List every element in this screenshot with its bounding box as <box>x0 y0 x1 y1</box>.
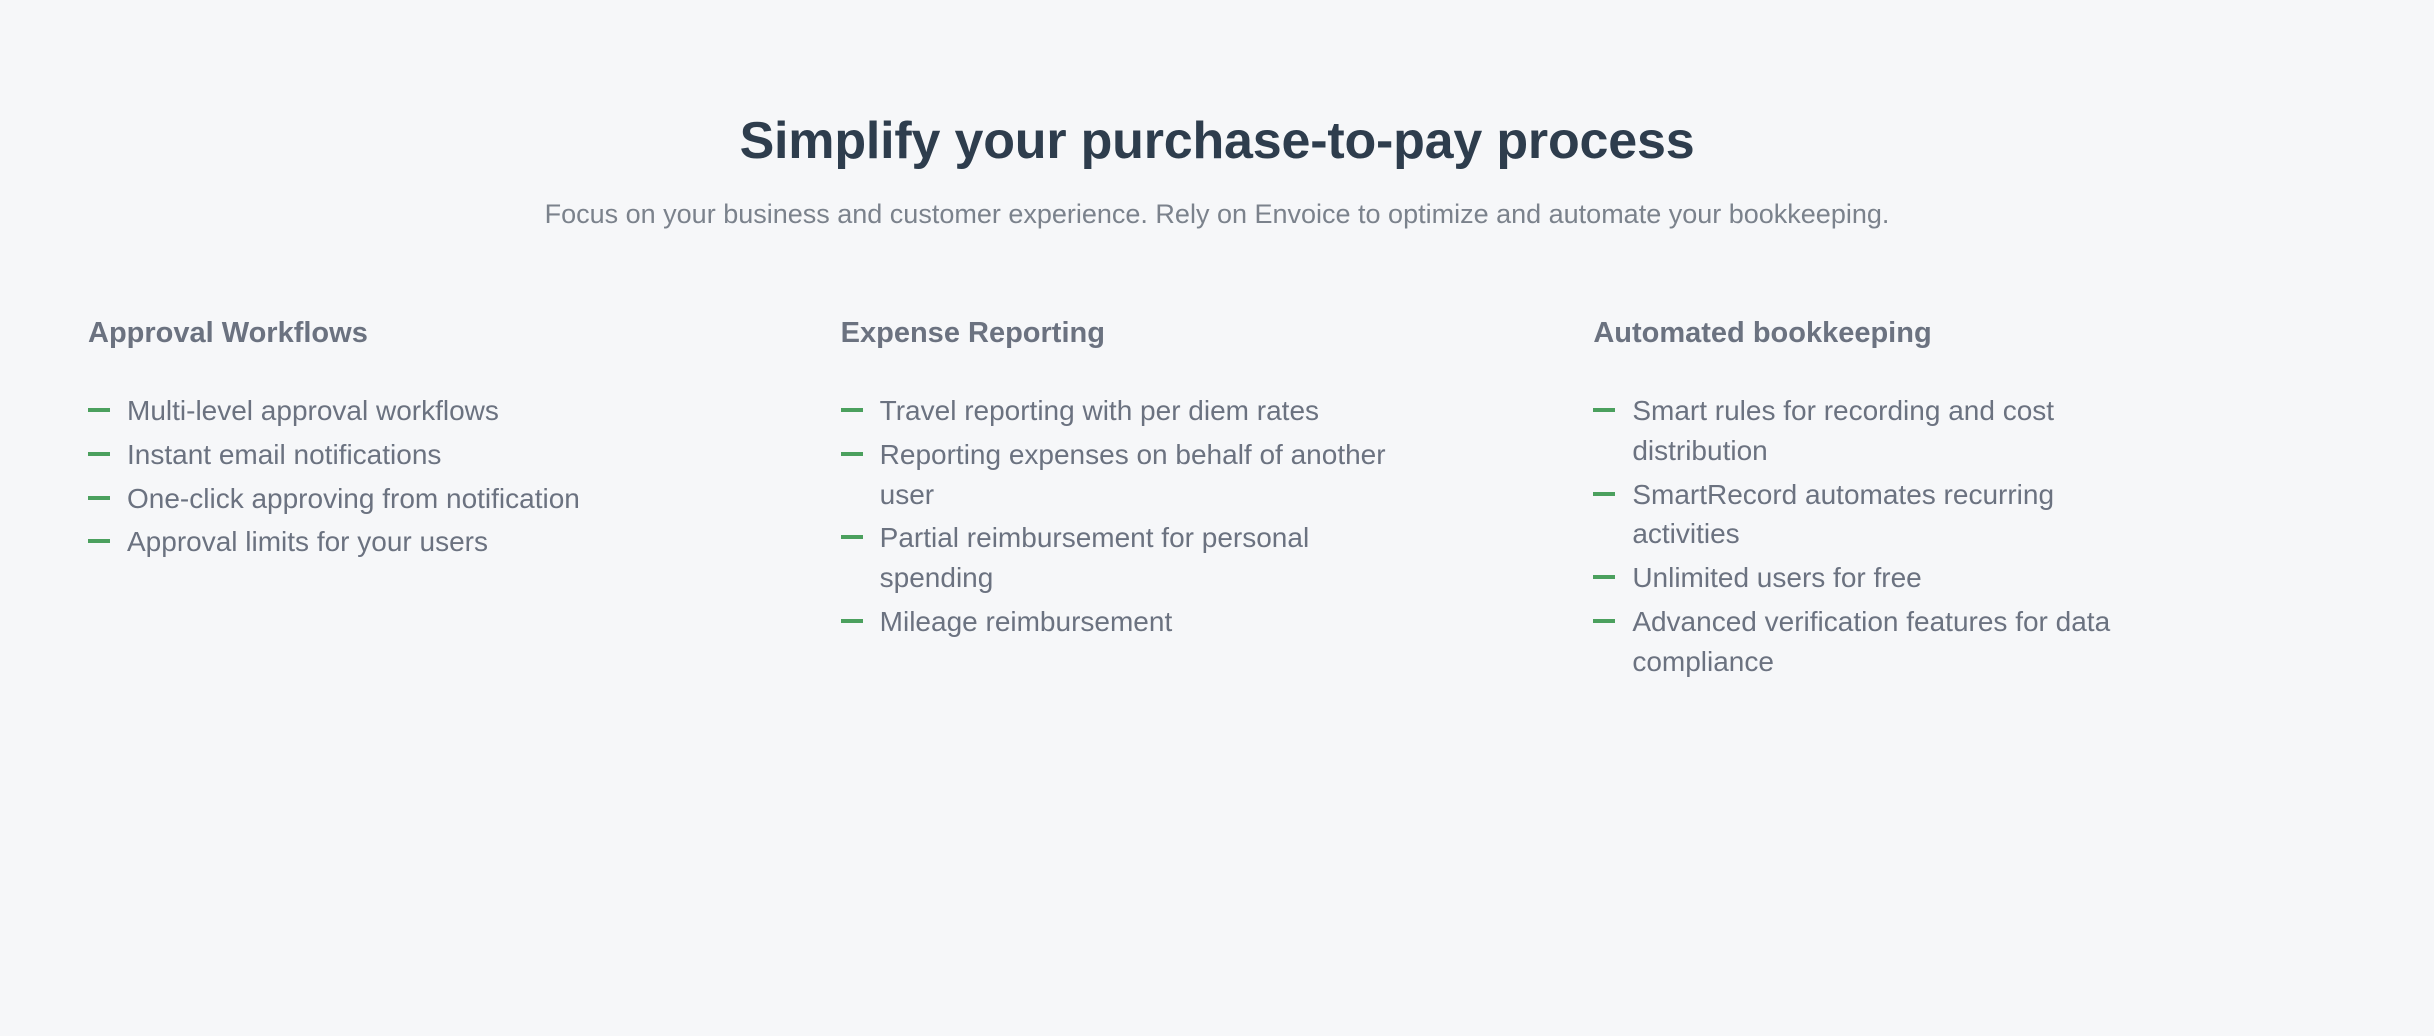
list-item: Reporting expenses on behalf of another … <box>840 435 1414 515</box>
page-subtitle: Focus on your business and customer expe… <box>544 199 1890 230</box>
list-item: Smart rules for recording and cost distr… <box>1593 391 2166 471</box>
list-item-label: Approval limits for your users <box>127 526 489 558</box>
feature-column-approval-workflows: Approval Workflows Multi-level approval … <box>88 316 841 566</box>
feature-list: Multi-level approval workflows Instant e… <box>88 391 661 562</box>
feature-column-automated-bookkeeping: Automated bookkeeping Smart rules for re… <box>1593 316 2346 685</box>
feature-list: Travel reporting with per diem rates Rep… <box>840 391 1414 642</box>
dash-icon <box>1593 602 1632 623</box>
list-item: Approval limits for your users <box>88 522 661 562</box>
dash-icon <box>840 435 880 456</box>
list-item-label: Travel reporting with per diem rates <box>879 395 1320 427</box>
list-item: Unlimited users for free <box>1593 558 2166 598</box>
feature-section: Simplify your purchase-to-pay process Fo… <box>0 0 2434 1036</box>
list-item: Partial reimbursement for personal spend… <box>840 518 1414 598</box>
list-item-label: Advanced verification features for data … <box>1632 605 2111 677</box>
page-title: Simplify your purchase-to-pay process <box>739 112 1695 170</box>
dash-icon <box>1593 475 1632 496</box>
column-title: Approval Workflows <box>88 317 368 350</box>
feature-column-expense-reporting: Expense Reporting Travel reporting with … <box>840 316 1594 645</box>
list-item: Mileage reimbursement <box>840 602 1414 642</box>
list-item-label: Unlimited users for free <box>1632 562 1922 594</box>
list-item-label: SmartRecord automates recurring activiti… <box>1632 478 2055 550</box>
dash-icon <box>840 602 880 623</box>
list-item-label: Instant email notifications <box>127 438 442 470</box>
list-item: Travel reporting with per diem rates <box>840 391 1414 431</box>
dash-icon <box>88 391 127 413</box>
list-item: Multi-level approval workflows <box>88 391 661 431</box>
list-item-label: Partial reimbursement for personal spend… <box>879 522 1310 594</box>
list-item-label: One-click approving from notification <box>127 482 580 514</box>
dash-icon <box>88 435 127 456</box>
list-item-label: Reporting expenses on behalf of another … <box>879 438 1386 510</box>
list-item-label: Smart rules for recording and cost distr… <box>1632 395 2055 466</box>
list-item-label: Multi-level approval workflows <box>127 395 499 427</box>
list-item-label: Mileage reimbursement <box>879 605 1173 637</box>
dash-icon <box>88 479 127 500</box>
section-header: Simplify your purchase-to-pay process Fo… <box>0 0 2434 232</box>
dash-icon <box>88 522 127 544</box>
dash-icon <box>1593 558 1632 580</box>
feature-list: Smart rules for recording and cost distr… <box>1593 391 2166 681</box>
dash-icon <box>840 391 880 413</box>
column-title: Expense Reporting <box>840 317 1105 350</box>
list-item: Advanced verification features for data … <box>1593 602 2166 682</box>
list-item: SmartRecord automates recurring activiti… <box>1593 475 2166 555</box>
dash-icon <box>1593 391 1632 413</box>
column-title: Automated bookkeeping <box>1593 317 1932 350</box>
feature-columns: Approval Workflows Multi-level approval … <box>0 316 2434 685</box>
list-item: Instant email notifications <box>88 435 661 475</box>
list-item: One-click approving from notification <box>88 479 661 519</box>
dash-icon <box>840 518 880 540</box>
